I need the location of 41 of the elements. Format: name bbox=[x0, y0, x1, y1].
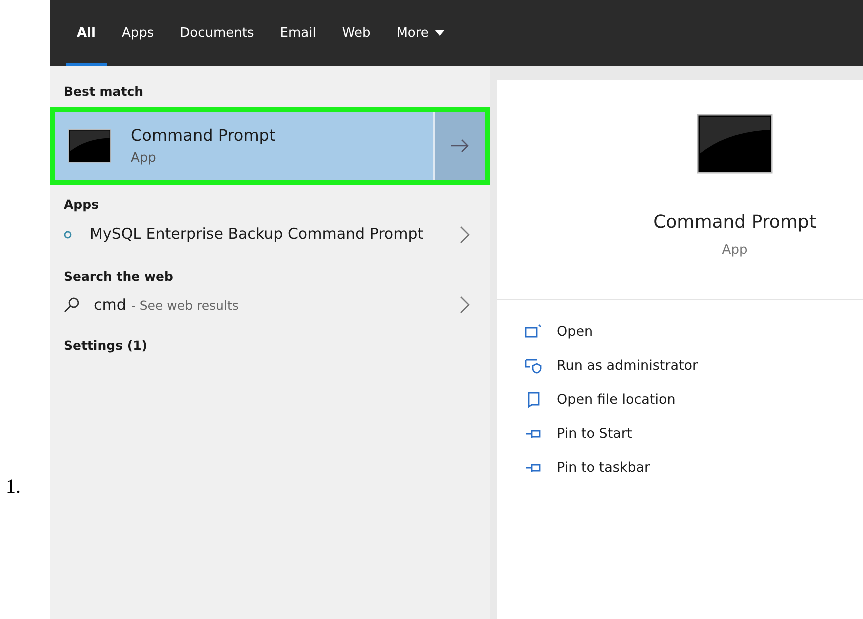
search-icon bbox=[64, 297, 80, 313]
chevron-right-icon bbox=[460, 226, 470, 244]
circle-icon bbox=[64, 230, 72, 238]
filter-tab[interactable]: Documents bbox=[169, 0, 266, 66]
filter-tab[interactable]: More bbox=[386, 0, 456, 66]
best-match-result[interactable]: Command Prompt App bbox=[50, 107, 490, 185]
action-label: Open file location bbox=[557, 392, 676, 408]
action-label: Run as administrator bbox=[557, 358, 698, 374]
arrow-right-icon bbox=[450, 139, 470, 153]
action-link[interactable]: Run as administrator bbox=[525, 358, 863, 374]
app-title: Command Prompt bbox=[654, 212, 816, 233]
action-label: Pin to Start bbox=[557, 426, 632, 442]
window-icon bbox=[525, 324, 543, 340]
action-link[interactable]: Pin to Start bbox=[525, 426, 863, 442]
action-label: Pin to taskbar bbox=[557, 460, 650, 476]
app-type: App bbox=[722, 243, 748, 258]
section-heading: Apps bbox=[63, 197, 100, 212]
caret-down-icon bbox=[434, 30, 445, 36]
section-heading: Settings (1) bbox=[63, 338, 148, 353]
open-arrow-button[interactable] bbox=[433, 112, 485, 180]
app-result[interactable]: MySQL Enterprise Backup Command Prompt bbox=[50, 220, 490, 249]
result-title: Command Prompt bbox=[131, 126, 276, 145]
filter-tab[interactable]: Web bbox=[331, 0, 382, 66]
result-type: App bbox=[131, 151, 158, 166]
web-results-hint: - See web results bbox=[131, 298, 239, 313]
search-query: cmd bbox=[94, 296, 126, 314]
action-link[interactable]: Pin to taskbar bbox=[525, 460, 863, 476]
filter-tab[interactable]: Email bbox=[269, 0, 328, 66]
filter-tab[interactable]: Apps bbox=[110, 0, 166, 66]
terminal-icon bbox=[697, 114, 773, 174]
result-title: MySQL Enterprise Backup Command Prompt bbox=[89, 224, 425, 245]
action-link[interactable]: Open bbox=[525, 324, 863, 340]
shield-icon bbox=[525, 358, 543, 374]
section-heading: Search the web bbox=[63, 269, 174, 284]
chevron-right-icon bbox=[460, 296, 470, 314]
section-heading: Best match bbox=[63, 84, 145, 99]
terminal-icon bbox=[67, 129, 113, 163]
action-label: Open bbox=[557, 324, 594, 340]
action-link[interactable]: Open file location bbox=[525, 392, 863, 408]
web-result[interactable]: cmd - See web results bbox=[50, 292, 490, 318]
step-number: 1. bbox=[6, 476, 21, 499]
